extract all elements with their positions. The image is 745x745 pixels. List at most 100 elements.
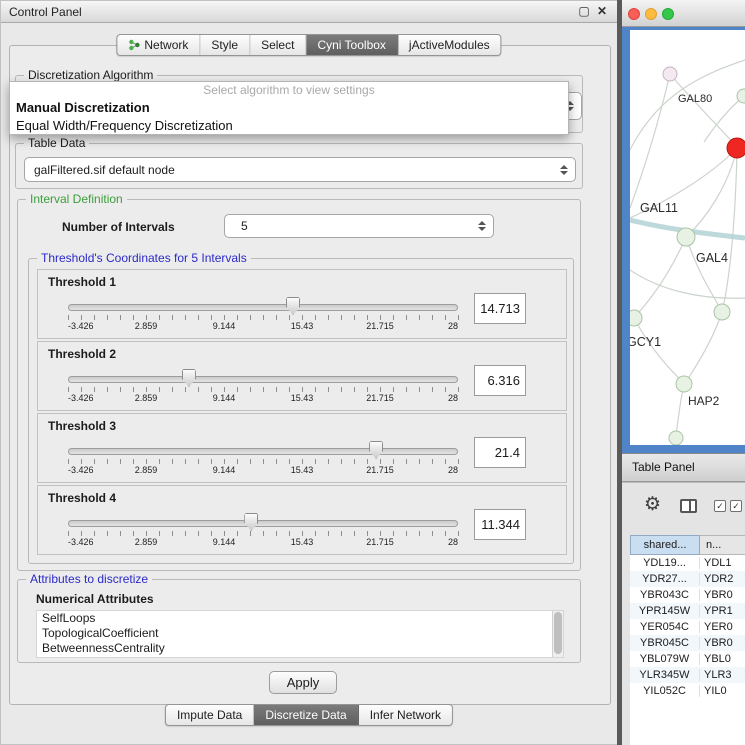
table-panel-header[interactable]: Table Panel: [622, 453, 745, 482]
mac-close-button[interactable]: [628, 8, 640, 20]
table-row[interactable]: YIL052C YIL0: [630, 683, 745, 699]
node[interactable]: [669, 431, 683, 445]
node-label: GCY1: [630, 335, 661, 349]
number-of-intervals-value: 5: [225, 219, 478, 233]
scale-label: 2.859: [135, 321, 158, 331]
node[interactable]: [663, 67, 677, 81]
checkbox-icon[interactable]: ✓: [730, 500, 742, 512]
list-item[interactable]: SelfLoops: [37, 611, 563, 626]
tab-impute-data[interactable]: Impute Data: [166, 705, 254, 725]
close-window-icon[interactable]: ✕: [595, 4, 609, 18]
node[interactable]: [677, 228, 695, 246]
threshold-value-box[interactable]: 6.316: [474, 365, 526, 396]
tab-cyni-toolbox[interactable]: Cyni Toolbox: [306, 35, 397, 55]
cell-shared-name: YIL052C: [630, 685, 700, 697]
combo-stepper-icon: [560, 165, 568, 175]
tab-select[interactable]: Select: [250, 35, 306, 55]
dropdown-placeholder-item[interactable]: Select algorithm to view settings: [10, 82, 568, 99]
network-graph[interactable]: GAL80 GAL11 GAL4 GCY1 HAP2: [630, 30, 745, 445]
tab-style[interactable]: Style: [200, 35, 250, 55]
scrollbar-thumb[interactable]: [554, 612, 562, 654]
threshold-4-slider[interactable]: -3.426 2.859 9.144 15.43 21.715 28: [68, 512, 458, 554]
float-window-icon[interactable]: ▢: [577, 4, 591, 18]
table-row[interactable]: YPR145W YPR1: [630, 603, 745, 619]
slider-ticks: [68, 531, 459, 536]
scale-label: 15.43: [291, 393, 314, 403]
threshold-label: Threshold 2: [48, 347, 116, 361]
column-header-shared-name[interactable]: shared...: [630, 535, 700, 555]
slider-thumb[interactable]: [369, 441, 383, 459]
node-label: HAP2: [688, 394, 720, 408]
network-canvas[interactable]: GAL80 GAL11 GAL4 GCY1 HAP2: [630, 30, 745, 445]
attributes-group: Attributes to discretize Numerical Attri…: [17, 579, 581, 663]
mac-titlebar[interactable]: [622, 0, 745, 27]
cell-shared-name: YBL079W: [630, 653, 700, 665]
table-row[interactable]: YDL19... YDL1: [630, 555, 745, 571]
node[interactable]: [630, 310, 642, 326]
scale-label: 28: [448, 393, 458, 403]
node-label: GAL4: [696, 251, 728, 265]
column-header-name[interactable]: n...: [700, 535, 745, 555]
numerical-attributes-label: Numerical Attributes: [36, 592, 154, 606]
threshold-label: Threshold 3: [48, 419, 116, 433]
network-icon: [128, 39, 140, 51]
slider-thumb[interactable]: [182, 369, 196, 387]
table-row[interactable]: YBL079W YBL0: [630, 651, 745, 667]
slider-thumb[interactable]: [244, 513, 258, 531]
scale-label: 9.144: [213, 321, 236, 331]
threshold-3-slider[interactable]: -3.426 2.859 9.144 15.43 21.715 28: [68, 440, 458, 482]
tab-infer-network[interactable]: Infer Network: [359, 705, 452, 725]
slider-scale: -3.426 2.859 9.144 15.43 21.715 28: [68, 321, 458, 333]
node-label: GAL80: [678, 93, 712, 105]
checkbox-icon[interactable]: ✓: [714, 500, 726, 512]
scale-label: -3.426: [68, 321, 94, 331]
table-data-combobox[interactable]: galFiltered.sif default node: [24, 157, 576, 182]
threshold-label: Threshold 1: [48, 275, 116, 289]
apply-button[interactable]: Apply: [269, 671, 337, 694]
slider-thumb[interactable]: [286, 297, 300, 315]
table-row[interactable]: YBR045C YBR0: [630, 635, 745, 651]
table-row[interactable]: YBR043C YBR0: [630, 587, 745, 603]
threshold-2-slider[interactable]: -3.426 2.859 9.144 15.43 21.715 28: [68, 368, 458, 410]
list-item[interactable]: TopologicalCoefficient: [37, 626, 563, 641]
mac-minimize-button[interactable]: [645, 8, 657, 20]
dropdown-option-manual-discretization[interactable]: Manual Discretization: [10, 99, 568, 117]
scale-label: 28: [448, 321, 458, 331]
table-row[interactable]: YER054C YER0: [630, 619, 745, 635]
mac-zoom-button[interactable]: [662, 8, 674, 20]
table-row[interactable]: YLR345W YLR3: [630, 667, 745, 683]
cell-shared-name: YDL19...: [630, 557, 700, 569]
slider-track[interactable]: [68, 304, 458, 311]
node[interactable]: [714, 304, 730, 320]
algorithm-dropdown-popup: Select algorithm to view settings Manual…: [9, 81, 569, 135]
selected-node-red[interactable]: [727, 138, 745, 158]
cell-name: YPR1: [700, 605, 745, 617]
slider-track[interactable]: [68, 448, 458, 455]
tab-network[interactable]: Network: [117, 35, 200, 55]
threshold-value-box[interactable]: 11.344: [474, 509, 526, 540]
scale-label: 15.43: [291, 321, 314, 331]
list-item[interactable]: BetweennessCentrality: [37, 641, 563, 656]
list-scrollbar[interactable]: [552, 611, 563, 657]
slider-track[interactable]: [68, 376, 458, 383]
tab-jactivemodules[interactable]: jActiveModules: [398, 35, 501, 55]
slider-scale: -3.426 2.859 9.144 15.43 21.715 28: [68, 537, 458, 549]
slider-ticks: [68, 315, 459, 320]
cell-name: YDR2: [700, 573, 745, 585]
table-columns-icon[interactable]: [680, 499, 697, 513]
node[interactable]: [676, 376, 692, 392]
scale-label: 9.144: [213, 537, 236, 547]
slider-track[interactable]: [68, 520, 458, 527]
threshold-1-slider[interactable]: -3.426 2.859 9.144 15.43 21.715 28: [68, 296, 458, 338]
network-view-window: GAL80 GAL11 GAL4 GCY1 HAP2: [622, 0, 745, 453]
table-row[interactable]: YDR27... YDR2: [630, 571, 745, 587]
gear-icon[interactable]: ⚙: [644, 493, 661, 516]
number-of-intervals-combobox[interactable]: 5: [224, 214, 494, 238]
threshold-value-box[interactable]: 21.4: [474, 437, 526, 468]
threshold-value-box[interactable]: 14.713: [474, 293, 526, 324]
dropdown-option-equal-width-frequency[interactable]: Equal Width/Frequency Discretization: [10, 117, 568, 135]
table-data-value: galFiltered.sif default node: [25, 163, 560, 177]
tab-discretize-data[interactable]: Discretize Data: [254, 705, 358, 725]
attributes-list[interactable]: SelfLoops TopologicalCoefficient Between…: [36, 610, 564, 658]
control-panel-titlebar[interactable]: Control Panel ▢ ✕: [1, 1, 617, 23]
